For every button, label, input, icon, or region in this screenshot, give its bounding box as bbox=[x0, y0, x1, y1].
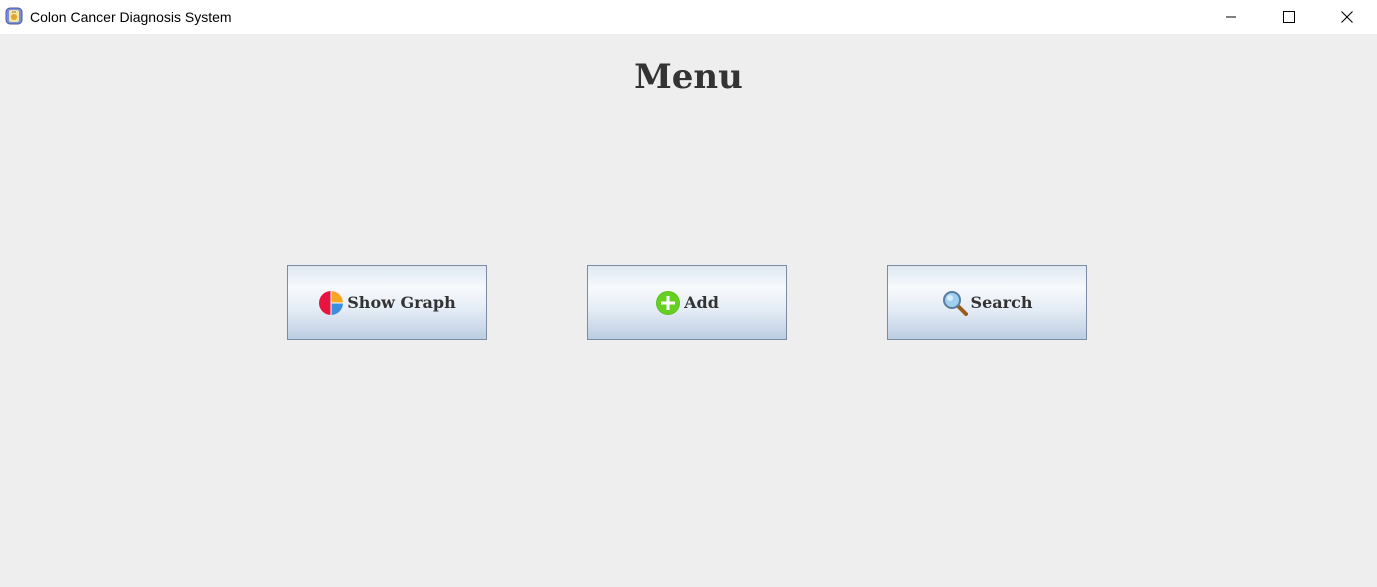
search-label: Search bbox=[970, 293, 1033, 312]
window-title: Colon Cancer Diagnosis System bbox=[30, 9, 232, 25]
magnifier-icon bbox=[942, 290, 968, 316]
minimize-icon bbox=[1225, 11, 1237, 23]
close-icon bbox=[1341, 11, 1353, 23]
close-button[interactable] bbox=[1318, 0, 1376, 34]
pie-chart-icon bbox=[318, 290, 344, 316]
show-graph-button[interactable]: Show Graph bbox=[287, 265, 487, 340]
plus-circle-icon bbox=[655, 290, 681, 316]
app-window: Colon Cancer Diagnosis System Menu Show … bbox=[0, 0, 1377, 587]
show-graph-label: Show Graph bbox=[347, 293, 456, 312]
minimize-button[interactable] bbox=[1202, 0, 1260, 34]
page-title: Menu bbox=[634, 57, 743, 97]
search-button[interactable]: Search bbox=[887, 265, 1087, 340]
add-button[interactable]: Add bbox=[587, 265, 787, 340]
maximize-button[interactable] bbox=[1260, 0, 1318, 34]
title-bar: Colon Cancer Diagnosis System bbox=[0, 0, 1377, 34]
add-label: Add bbox=[684, 293, 719, 312]
app-icon bbox=[5, 7, 23, 25]
maximize-icon bbox=[1283, 11, 1295, 23]
